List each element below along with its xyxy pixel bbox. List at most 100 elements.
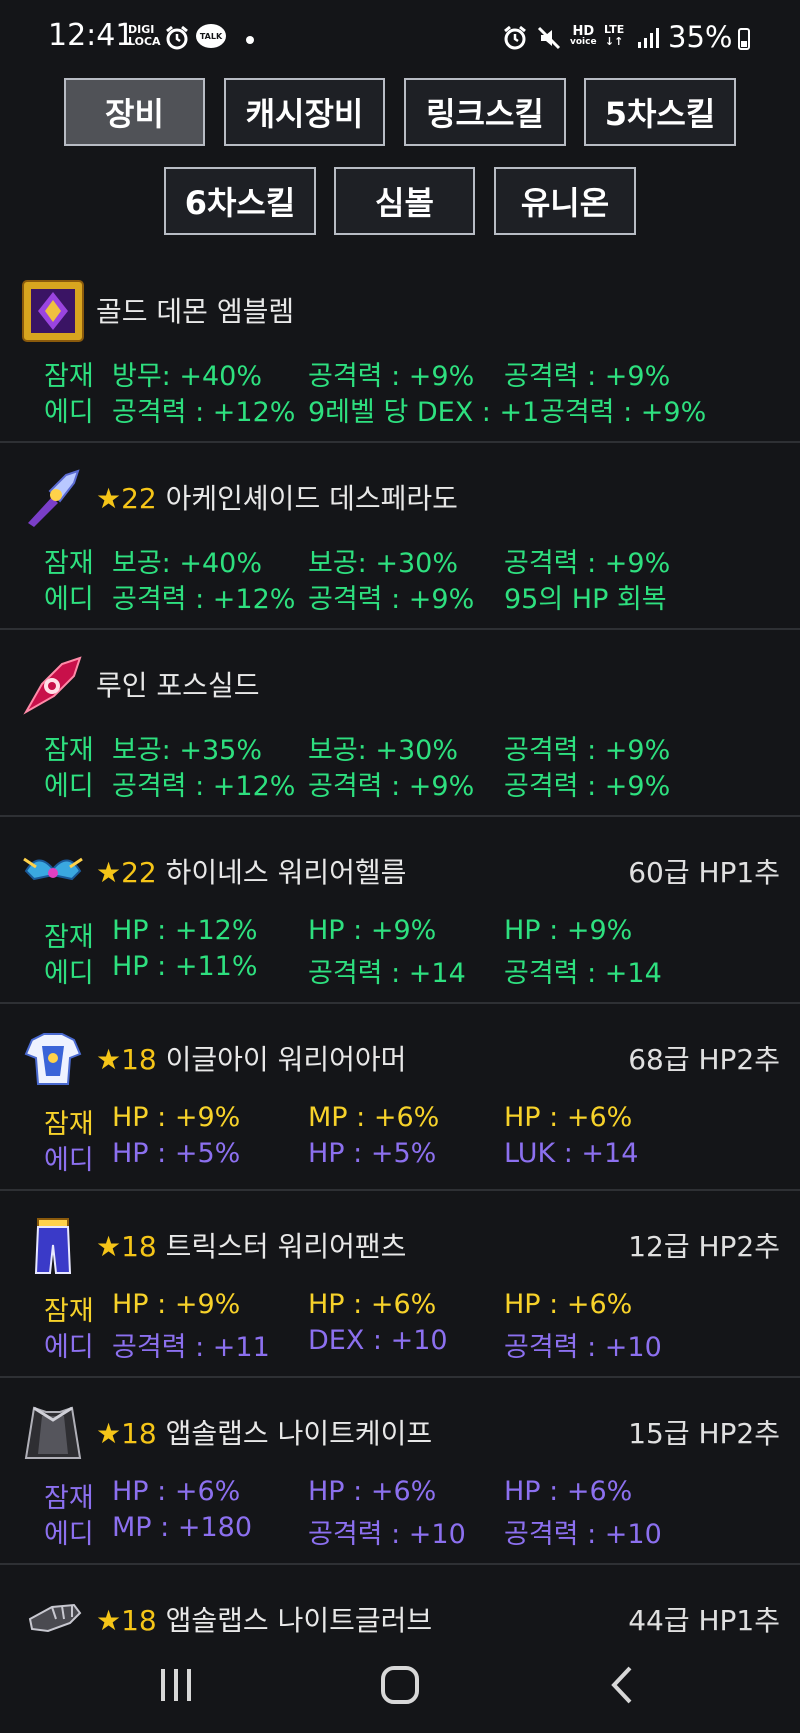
item-name-text: 아케인셰이드 데스페라도 <box>165 482 458 515</box>
additional-line: HP : +5% <box>112 1138 241 1169</box>
additional-line: 공격력 : +14 <box>504 958 662 989</box>
potential-line: 보공: +30% <box>308 735 458 766</box>
voice-label: voice <box>570 37 597 47</box>
potential-line: HP : +6% <box>112 1476 241 1507</box>
potential-line: HP : +6% <box>504 1476 633 1507</box>
potential-line: 보공: +40% <box>112 548 262 579</box>
tab-symbol[interactable]: 심볼 <box>334 167 475 235</box>
additional-line: 공격력 : +9% <box>540 397 707 428</box>
additional-line: 공격력 : +10 <box>504 1519 662 1550</box>
potential-line: HP : +6% <box>504 1102 633 1133</box>
additional-line: LUK : +14 <box>504 1138 639 1169</box>
lte-icon: LTE ↓↑ <box>604 23 625 48</box>
hd-label: HD <box>572 24 595 39</box>
helm-icon <box>22 841 84 903</box>
potential-line: HP : +6% <box>308 1289 437 1320</box>
potential-line: HP : +9% <box>504 915 633 946</box>
equipment-item[interactable]: ★22 아케인셰이드 데스페라도 잠재 보공: +40% 보공: +30% 공격… <box>0 443 800 630</box>
notification-dot-icon <box>246 36 254 44</box>
additional-line: 95의 HP 회복 <box>504 584 667 615</box>
potential-label: 잠재 <box>44 1483 94 1514</box>
tab-6th-skill[interactable]: 6차스킬 <box>164 167 316 235</box>
potential-line: HP : +9% <box>308 915 437 946</box>
potential-label: 잠재 <box>44 922 94 953</box>
additional-label: 에디 <box>44 1332 94 1363</box>
additional-line: 공격력 : +12% <box>112 397 296 428</box>
force-shield-icon <box>22 654 84 716</box>
item-name-text: 앱솔랩스 나이트케이프 <box>165 1417 433 1450</box>
battery-icon <box>738 28 750 50</box>
hd-voice-icon: HD voice <box>570 24 597 48</box>
additional-label: 에디 <box>44 397 94 428</box>
back-icon[interactable] <box>594 1663 654 1707</box>
additional-line: 공격력 : +10 <box>504 1332 662 1363</box>
additional-line: 공격력 : +9% <box>308 771 475 802</box>
kakaotalk-icon: TALK <box>196 24 226 48</box>
item-rank: 15급 HP2추 <box>628 1417 780 1450</box>
potential-line: 공격력 : +9% <box>504 735 671 766</box>
status-time: 12:41 <box>48 18 135 53</box>
additional-label: 에디 <box>44 771 94 802</box>
additional-label: 에디 <box>44 1519 94 1550</box>
additional-line: 공격력 : +11 <box>112 1332 270 1363</box>
additional-line: 공격력 : +9% <box>504 771 671 802</box>
desperado-icon <box>22 467 84 529</box>
recents-icon[interactable] <box>146 1663 206 1707</box>
additional-label: 에디 <box>44 584 94 615</box>
equipment-list: 골드 데몬 엠블렘 잠재 방무: +40% 공격력 : +9% 공격력 : +9… <box>0 256 800 1675</box>
additional-label: 에디 <box>44 958 94 989</box>
mute-icon <box>536 24 562 52</box>
star-force: ★22 <box>96 856 157 889</box>
digiloca-icon: DIGI LOCA <box>128 24 161 48</box>
tab-5th-skill[interactable]: 5차스킬 <box>584 78 736 146</box>
additional-line: 공격력 : +14 <box>308 958 466 989</box>
potential-line: 공격력 : +9% <box>504 361 671 392</box>
item-name: 골드 데몬 엠블렘 <box>96 290 294 330</box>
item-name: ★18 트릭스터 워리어팬츠 <box>96 1225 406 1265</box>
item-name-text: 트릭스터 워리어팬츠 <box>165 1230 407 1263</box>
potential-line: 보공: +30% <box>308 548 458 579</box>
star-force: ★18 <box>96 1043 157 1076</box>
potential-line: HP : +9% <box>112 1102 241 1133</box>
tab-equipment[interactable]: 장비 <box>64 78 205 146</box>
additional-line: 공격력 : +12% <box>112 771 296 802</box>
additional-line: HP : +5% <box>308 1138 437 1169</box>
item-name-text: 이글아이 워리어아머 <box>165 1043 407 1076</box>
item-rank: 12급 HP2추 <box>628 1230 780 1263</box>
equipment-item[interactable]: ★18 트릭스터 워리어팬츠 12급 HP2추 잠재 HP : +9% HP :… <box>0 1191 800 1378</box>
signal-icon <box>636 24 660 52</box>
item-rank: 60급 HP1추 <box>628 856 780 889</box>
tab-union[interactable]: 유니온 <box>494 167 636 235</box>
digiloca-bottom: LOCA <box>128 35 161 48</box>
additional-line: 공격력 : +10 <box>308 1519 466 1550</box>
home-icon[interactable] <box>370 1663 430 1707</box>
potential-line: 공격력 : +9% <box>308 361 475 392</box>
star-force: ★22 <box>96 482 157 515</box>
equipment-item[interactable]: ★18 이글아이 워리어아머 68급 HP2추 잠재 HP : +9% MP :… <box>0 1004 800 1191</box>
pants-icon <box>22 1215 84 1277</box>
item-name-text: 루인 포스실드 <box>96 669 260 702</box>
equipment-item[interactable]: ★22 하이네스 워리어헬름 60급 HP1추 잠재 HP : +12% HP … <box>0 817 800 1004</box>
tab-cash-equipment[interactable]: 캐시장비 <box>224 78 385 146</box>
additional-line: 9레벨 당 DEX : +1 <box>308 397 540 428</box>
equipment-item[interactable]: 루인 포스실드 잠재 보공: +35% 보공: +30% 공격력 : +9% 에… <box>0 630 800 817</box>
additional-label: 에디 <box>44 1145 94 1176</box>
cape-icon <box>22 1402 84 1464</box>
equipment-item[interactable]: ★18 앱솔랩스 나이트케이프 15급 HP2추 잠재 HP : +6% HP … <box>0 1378 800 1565</box>
potential-line: HP : +9% <box>112 1289 241 1320</box>
item-name: ★22 하이네스 워리어헬름 <box>96 851 406 891</box>
battery-percent: 35% <box>668 20 733 54</box>
system-nav-bar <box>0 1633 800 1733</box>
star-force: ★18 <box>96 1417 157 1450</box>
potential-line: 보공: +35% <box>112 735 262 766</box>
additional-line: 공격력 : +12% <box>112 584 296 615</box>
potential-line: HP : +12% <box>112 915 258 946</box>
item-name-text: 하이네스 워리어헬름 <box>165 856 407 889</box>
tab-link-skill[interactable]: 링크스킬 <box>404 78 566 146</box>
potential-label: 잠재 <box>44 735 94 766</box>
potential-line: MP : +6% <box>308 1102 440 1133</box>
equipment-item[interactable]: 골드 데몬 엠블렘 잠재 방무: +40% 공격력 : +9% 공격력 : +9… <box>0 256 800 443</box>
potential-line: 방무: +40% <box>112 361 262 392</box>
potential-label: 잠재 <box>44 1109 94 1140</box>
additional-line: MP : +180 <box>112 1512 252 1543</box>
